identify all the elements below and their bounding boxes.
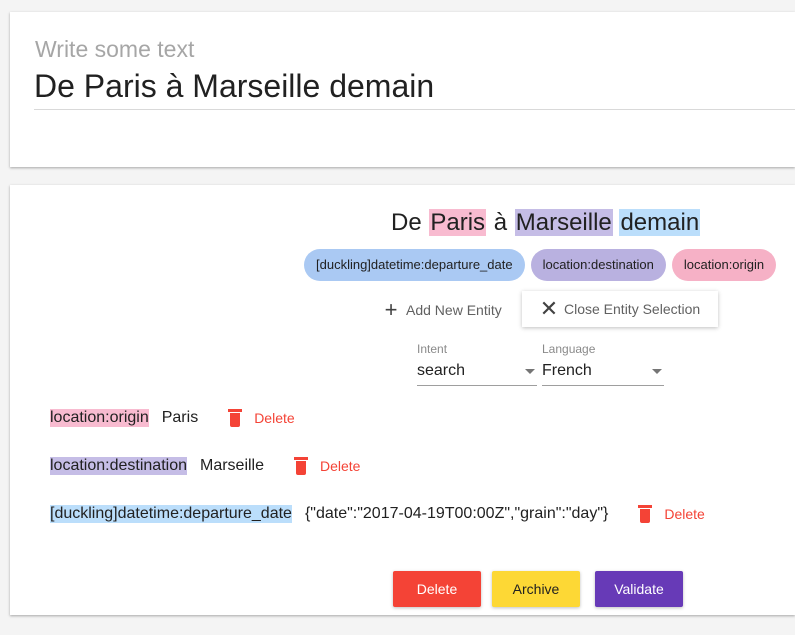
- entity-tag: location:destination: [50, 457, 187, 475]
- intent-underline: [417, 385, 537, 386]
- sentence-word-origin[interactable]: Paris: [429, 209, 487, 236]
- chip-datetime-departure-date[interactable]: [duckling]datetime:departure_date: [304, 249, 525, 281]
- trash-icon: [228, 409, 243, 427]
- close-icon: ✕: [539, 296, 559, 321]
- text-input-placeholder: Write some text: [35, 36, 195, 62]
- intent-value: search: [417, 362, 466, 379]
- add-new-entity-label: Add New Entity: [406, 302, 502, 318]
- entity-annotation-card: De Paris à Marseille demain [duckling]da…: [10, 185, 795, 615]
- text-input[interactable]: De Paris à Marseille demain: [34, 68, 434, 105]
- sentence-word: à: [493, 209, 508, 236]
- delete-label: Delete: [320, 458, 361, 474]
- plus-icon: +: [384, 297, 398, 322]
- delete-entity-button[interactable]: Delete: [294, 457, 360, 475]
- text-input-underline: [34, 109, 795, 110]
- intent-label: Intent: [417, 342, 448, 356]
- entity-value: {"date":"2017-04-19T00:00Z","grain":"day…: [304, 505, 609, 522]
- sentence-word: De: [391, 209, 422, 236]
- delete-button[interactable]: Delete: [393, 571, 481, 607]
- language-value: French: [542, 362, 592, 379]
- entity-row-datetime: [duckling]datetime:departure_date {"date…: [50, 505, 705, 523]
- trash-icon: [638, 505, 653, 523]
- chip-location-origin[interactable]: location:origin: [671, 249, 777, 281]
- entity-row-origin: location:origin Paris Delete: [50, 409, 295, 427]
- entity-value: Marseille: [199, 457, 264, 474]
- annotated-sentence: De Paris à Marseille demain: [390, 209, 701, 237]
- entity-chips: [duckling]datetime:departure_date locati…: [304, 249, 777, 281]
- trash-icon: [294, 457, 308, 475]
- entity-tag: [duckling]datetime:departure_date: [50, 505, 292, 523]
- caret-down-icon: [652, 369, 662, 374]
- entity-value: Paris: [161, 409, 199, 426]
- validate-button[interactable]: Validate: [595, 571, 683, 607]
- language-label: Language: [542, 342, 596, 356]
- add-new-entity-button[interactable]: + Add New Entity: [380, 295, 502, 325]
- sentence-word-destination[interactable]: Marseille: [514, 209, 613, 236]
- chip-location-destination[interactable]: location:destination: [530, 249, 666, 281]
- entity-tag: location:origin: [50, 409, 149, 427]
- archive-button[interactable]: Archive: [492, 571, 580, 607]
- language-underline: [542, 385, 664, 386]
- delete-label: Delete: [254, 410, 295, 426]
- caret-down-icon: [525, 369, 535, 374]
- entity-row-destination: location:destination Marseille Delete: [50, 457, 360, 475]
- sentence-word-datetime[interactable]: demain: [619, 209, 701, 236]
- close-entity-selection-label: Close Entity Selection: [564, 301, 701, 317]
- language-select[interactable]: Language French: [542, 342, 664, 386]
- intent-select[interactable]: Intent search: [417, 342, 537, 386]
- delete-entity-button[interactable]: Delete: [638, 505, 705, 523]
- delete-label: Delete: [664, 506, 705, 522]
- text-input-card: Write some text De Paris à Marseille dem…: [10, 12, 795, 167]
- close-entity-selection-button[interactable]: ✕ Close Entity Selection: [522, 291, 718, 327]
- delete-entity-button[interactable]: Delete: [228, 409, 295, 427]
